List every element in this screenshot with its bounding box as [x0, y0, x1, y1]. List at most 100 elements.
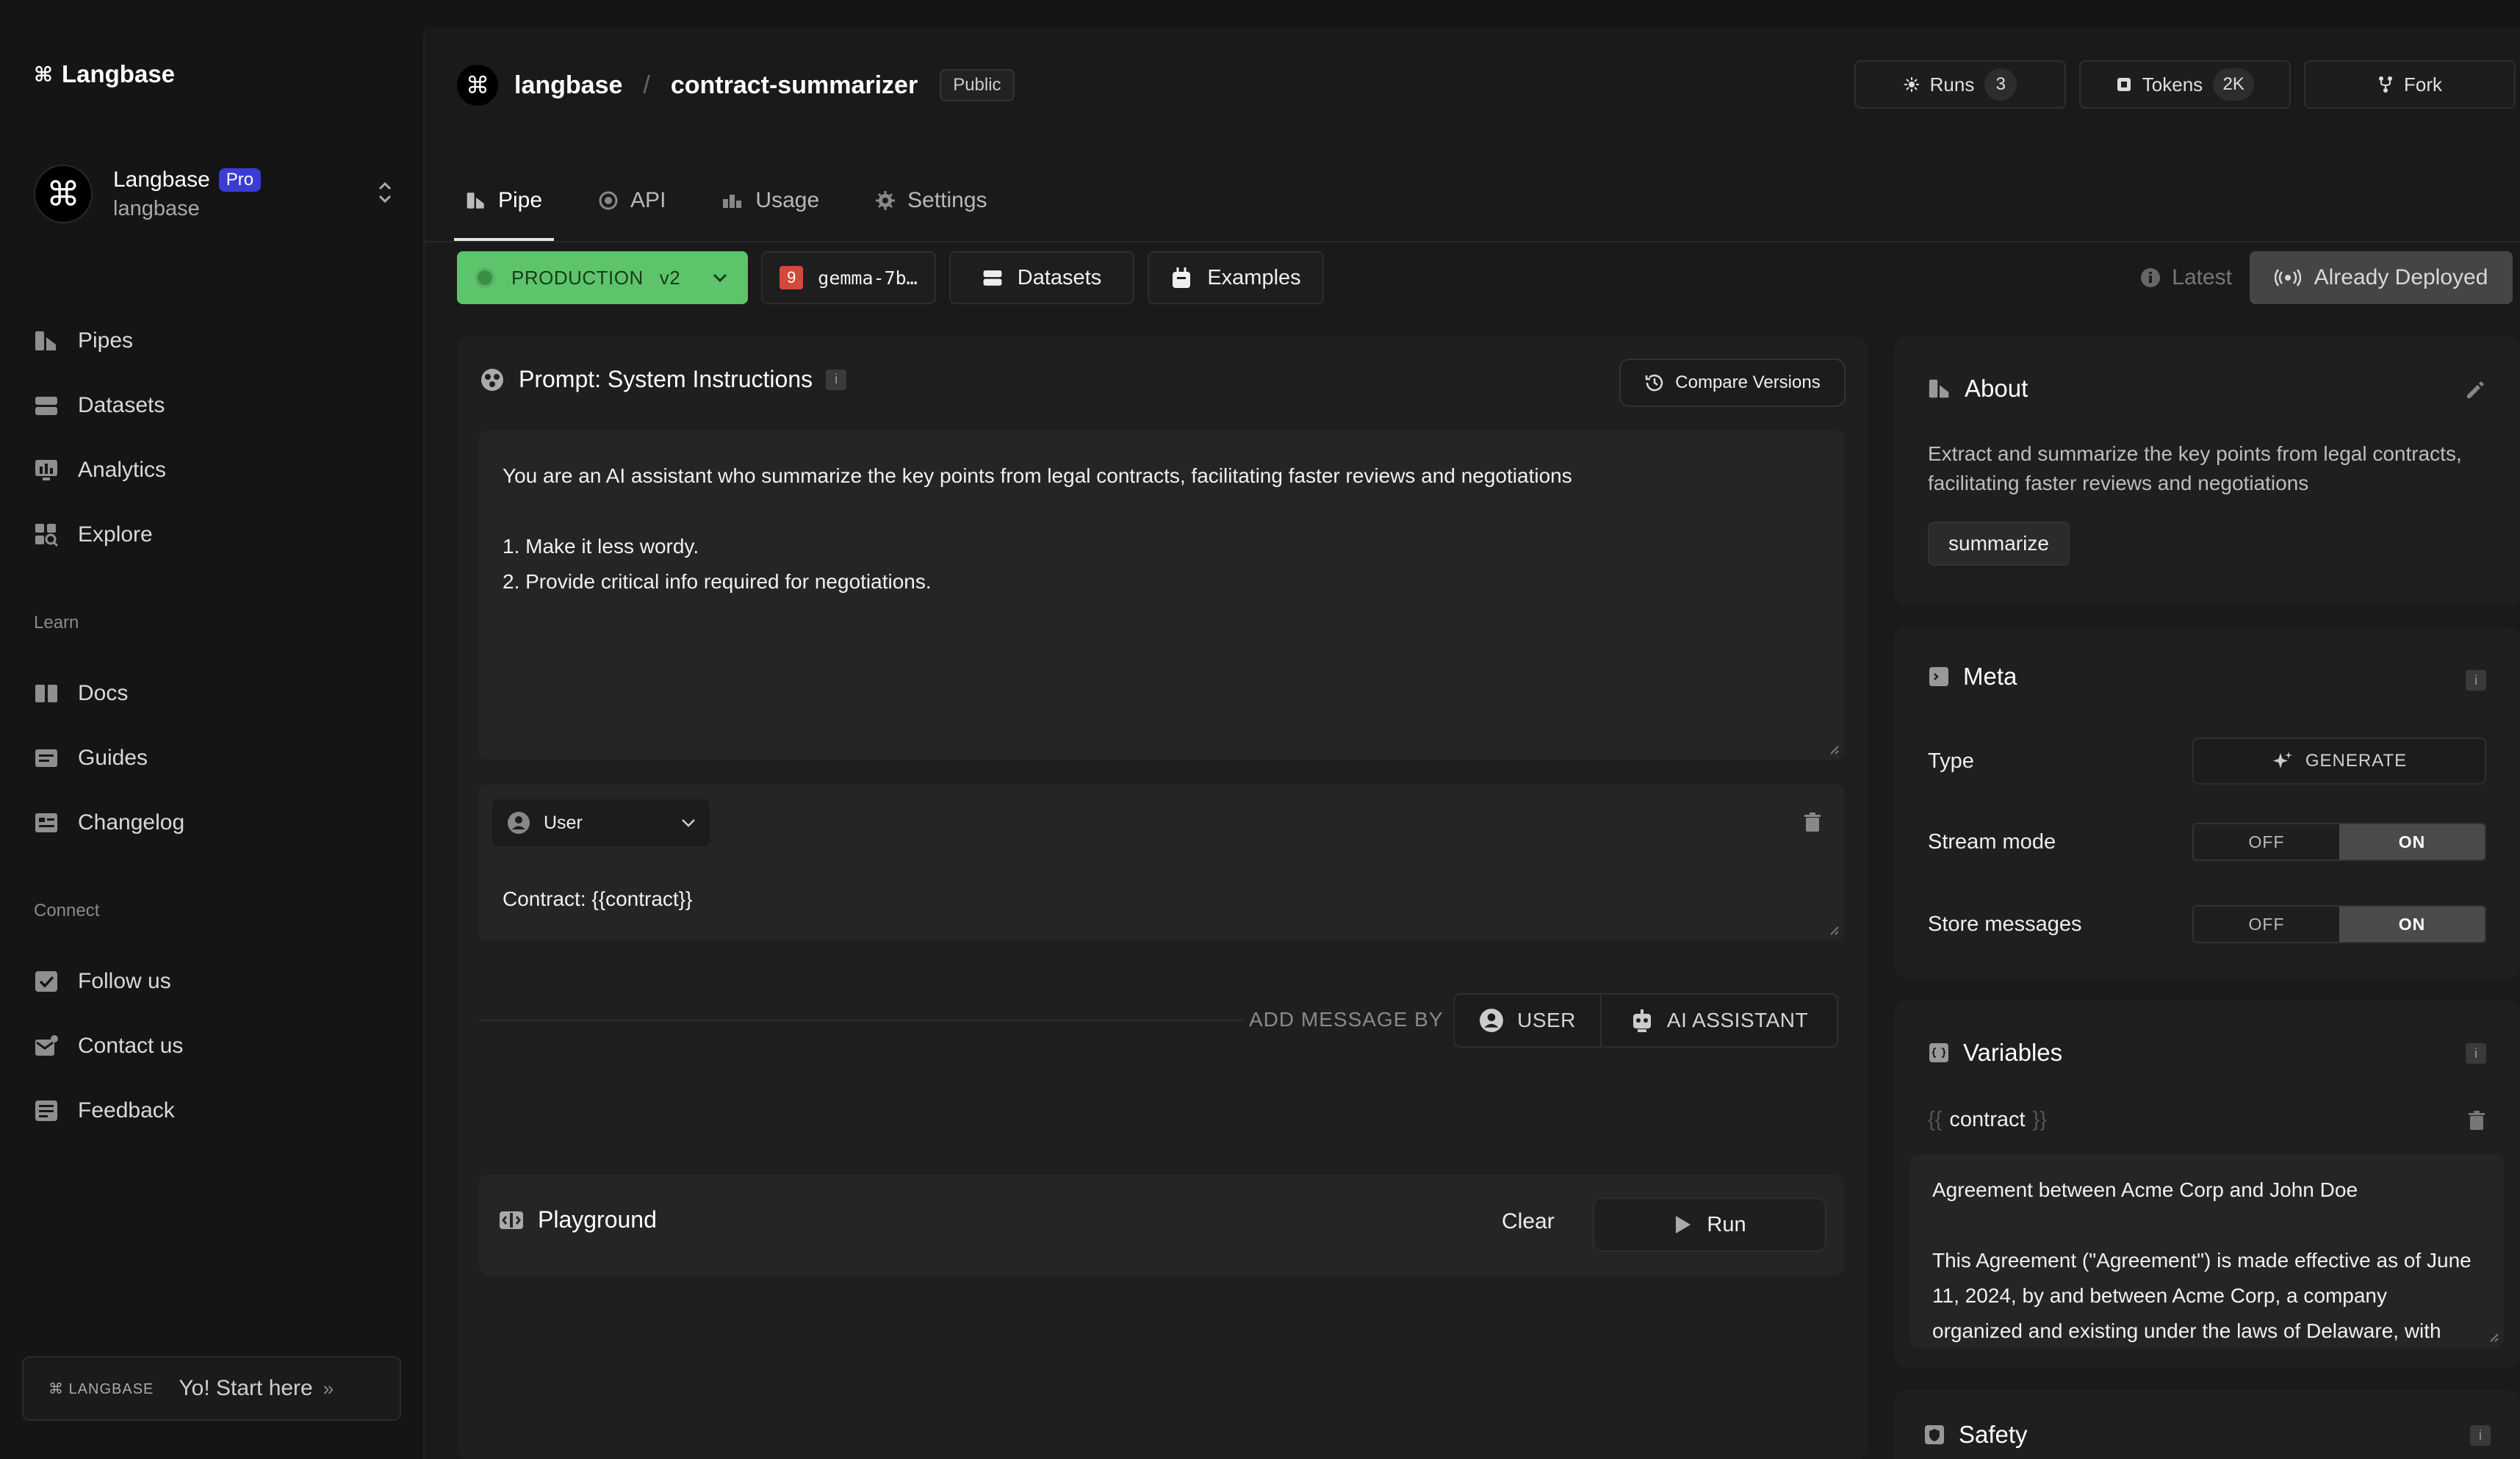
model-provider-icon: 9 — [780, 266, 804, 289]
sidebar-item-changelog[interactable]: Changelog — [34, 790, 394, 855]
prompt-card: Prompt: System Instructions i Compare Ve… — [457, 336, 1868, 1459]
tab-pipe[interactable]: Pipe — [454, 160, 555, 241]
fork-icon — [2377, 76, 2394, 93]
tag-chip[interactable]: summarize — [1928, 522, 2070, 566]
type-selector[interactable]: GENERATE — [2192, 738, 2486, 785]
user-icon — [507, 811, 530, 835]
add-user-message-button[interactable]: USER — [1455, 995, 1602, 1046]
mail-icon — [34, 1034, 59, 1059]
variables-card: Variables i {{ contract }} Agreement bet… — [1894, 1001, 2520, 1368]
trash-icon[interactable] — [1803, 813, 1822, 833]
toggle-off-option[interactable]: OFF — [2194, 824, 2339, 860]
tokens-button[interactable]: Tokens 2K — [2079, 60, 2291, 109]
tab-label: Usage — [755, 188, 820, 212]
stream-mode-toggle[interactable]: OFF ON — [2192, 823, 2486, 861]
breadcrumb-separator: / — [643, 71, 650, 99]
learn-section-label: Learn — [34, 613, 79, 633]
deploy-label: Already Deployed — [2314, 265, 2488, 289]
resize-handle-icon[interactable] — [1828, 743, 1840, 755]
workspace-switcher[interactable]: ⌘ Langbase Pro langbase — [34, 162, 394, 226]
system-prompt-textarea[interactable]: You are an AI assistant who summarize th… — [479, 431, 1844, 760]
chevron-down-icon — [711, 272, 729, 284]
connect-nav: Follow us Contact us Feedback — [34, 949, 394, 1143]
datasets-button[interactable]: Datasets — [949, 251, 1134, 304]
model-name: gemma-7b… — [818, 267, 918, 289]
play-icon — [1673, 1214, 1692, 1235]
tab-usage[interactable]: Usage — [710, 160, 831, 241]
meta-card: Meta i Type GENERATE Stream mode OFF ON … — [1894, 627, 2520, 979]
sidebar-item-follow-us[interactable]: Follow us — [34, 949, 394, 1014]
info-icon[interactable]: i — [826, 369, 847, 390]
meta-type-row: Type GENERATE — [1928, 738, 2486, 785]
info-icon[interactable]: i — [2470, 1425, 2491, 1446]
toggle-on-option[interactable]: ON — [2339, 907, 2485, 942]
breadcrumb-org[interactable]: langbase — [514, 71, 622, 100]
workspace-name: Langbase — [113, 167, 210, 192]
version-selector[interactable]: PRODUCTION v2 — [457, 251, 748, 304]
stream-mode-row: Stream mode OFF ON — [1928, 818, 2486, 865]
sidebar-item-contact-us[interactable]: Contact us — [34, 1014, 394, 1078]
role-select[interactable]: User — [492, 799, 710, 846]
tab-label: Settings — [907, 188, 987, 212]
sidebar-item-docs[interactable]: Docs — [34, 661, 394, 726]
model-selector[interactable]: 9 gemma-7b… — [761, 251, 936, 304]
org-avatar[interactable]: ⌘ — [457, 65, 498, 106]
tab-settings[interactable]: Settings — [863, 160, 998, 241]
analytics-icon — [34, 458, 59, 483]
feedback-icon — [34, 1098, 59, 1123]
brand-logo[interactable]: ⌘ Langbase — [34, 60, 175, 88]
tab-label: Pipe — [498, 188, 543, 212]
tab-api[interactable]: API — [586, 160, 677, 241]
runs-button[interactable]: Runs 3 — [1854, 60, 2066, 109]
add-ai-message-button[interactable]: AI ASSISTANT — [1602, 995, 1837, 1046]
page-title[interactable]: contract-summarizer — [671, 71, 918, 100]
connect-section-label: Connect — [34, 901, 100, 921]
sidebar-item-label: Docs — [78, 681, 129, 705]
sidebar-item-guides[interactable]: Guides — [34, 726, 394, 790]
system-prompt-line: 2. Provide critical info required for ne… — [503, 570, 932, 593]
runs-count: 3 — [1984, 68, 2017, 101]
message-content[interactable]: Contract: {{contract}} — [503, 887, 692, 911]
deploy-button[interactable]: Already Deployed — [2250, 251, 2513, 304]
tabs-divider — [425, 241, 2520, 242]
sidebar-item-pipes[interactable]: Pipes — [34, 309, 394, 373]
resize-handle-icon[interactable] — [1828, 924, 1840, 936]
info-icon[interactable]: i — [2466, 1043, 2486, 1064]
command-icon: ⌘ — [34, 62, 53, 86]
start-here-button[interactable]: ⌘ LANGBASE Yo! Start here » — [22, 1356, 401, 1421]
toggle-on-option[interactable]: ON — [2339, 824, 2485, 860]
learn-nav: Docs Guides Changelog — [34, 661, 394, 855]
runs-icon — [1904, 76, 1920, 93]
resize-handle-icon[interactable] — [2488, 1331, 2499, 1343]
fork-button[interactable]: Fork — [2304, 60, 2516, 109]
info-icon[interactable]: i — [2466, 670, 2486, 691]
edit-icon[interactable] — [2464, 379, 2486, 401]
system-prompt-line: You are an AI assistant who summarize th… — [503, 464, 1572, 487]
sidebar-item-label: Feedback — [78, 1098, 175, 1123]
run-button[interactable]: Run — [1593, 1197, 1826, 1252]
close-brace: }} — [2032, 1108, 2047, 1131]
live-status-dot — [475, 267, 495, 288]
trash-icon[interactable] — [2467, 1111, 2486, 1131]
start-here-label: Yo! Start here — [179, 1376, 313, 1400]
store-messages-toggle[interactable]: OFF ON — [2192, 905, 2486, 943]
clear-button[interactable]: Clear — [1502, 1209, 1555, 1234]
latest-label: Latest — [2172, 265, 2232, 289]
compare-versions-button[interactable]: Compare Versions — [1619, 359, 1846, 407]
sidebar: ⌘ Langbase ⌘ Langbase Pro langbase Pipes… — [0, 0, 423, 1459]
examples-button[interactable]: Examples — [1148, 251, 1324, 304]
sidebar-item-analytics[interactable]: Analytics — [34, 438, 394, 502]
sidebar-item-feedback[interactable]: Feedback — [34, 1078, 394, 1143]
store-messages-row: Store messages OFF ON — [1928, 901, 2486, 948]
run-label: Run — [1707, 1212, 1746, 1236]
sidebar-item-datasets[interactable]: Datasets — [34, 373, 394, 438]
examples-label: Examples — [1207, 265, 1301, 289]
visibility-badge: Public — [940, 69, 1015, 101]
environment-label: PRODUCTION — [511, 266, 644, 289]
toggle-off-option[interactable]: OFF — [2194, 907, 2339, 942]
open-brace: {{ — [1928, 1108, 1943, 1131]
variable-value-textarea[interactable]: Agreement between Acme Corp and John Doe… — [1910, 1155, 2504, 1347]
chevron-up-down-icon[interactable] — [376, 178, 394, 207]
sidebar-item-explore[interactable]: Explore — [34, 502, 394, 567]
about-title: About — [1965, 375, 2028, 402]
